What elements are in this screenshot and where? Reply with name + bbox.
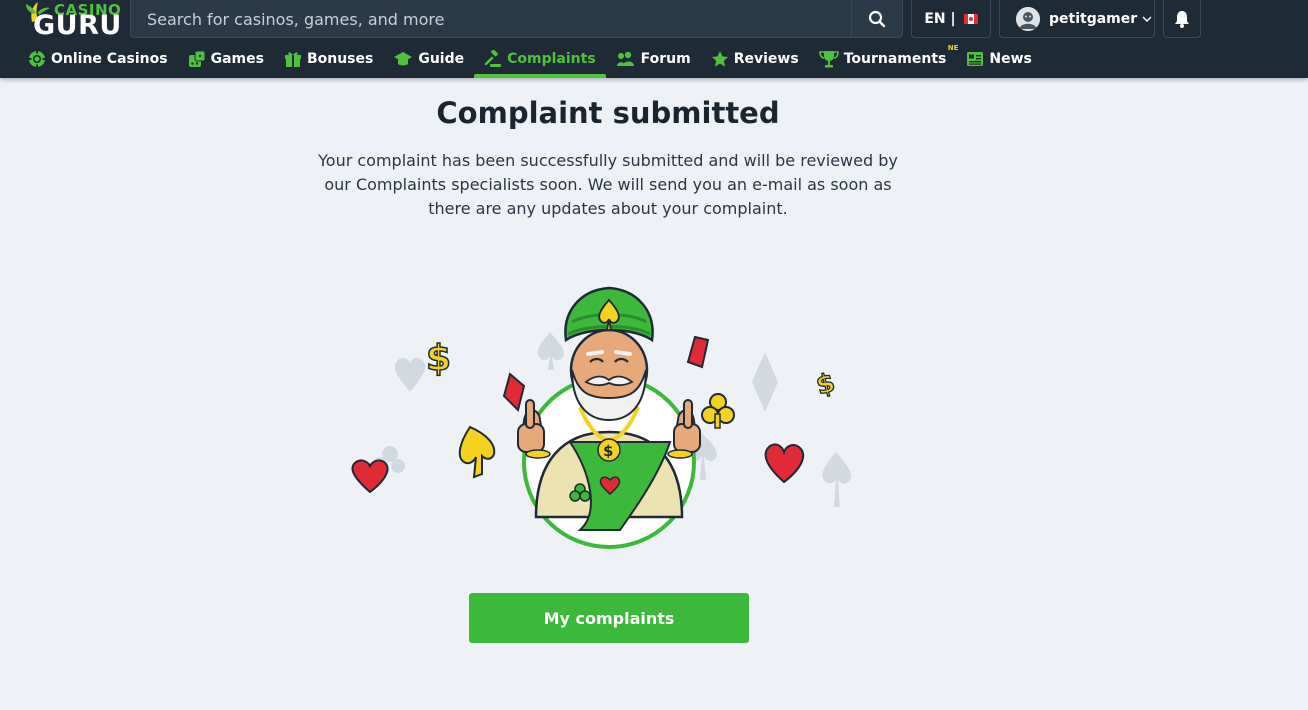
paw-icon [616, 51, 634, 66]
graduation-cap-icon [394, 52, 413, 66]
page-title: Complaint submitted [436, 96, 780, 130]
search-input[interactable] [147, 9, 837, 29]
language-selector[interactable]: EN | [911, 0, 991, 38]
gift-icon [284, 52, 301, 67]
nav-reviews-label: Reviews [733, 51, 799, 67]
dice-icon [188, 50, 206, 67]
username: petitgamer [1049, 10, 1138, 27]
nav-reviews[interactable]: Reviews [701, 40, 809, 78]
search-bar [130, 0, 903, 38]
nav-bonuses-label: Bonuses [306, 51, 374, 67]
nav-complaints-label: Complaints [507, 51, 596, 67]
gavel-icon [484, 50, 502, 67]
nav-forum-label: Forum [640, 51, 691, 67]
search-icon [868, 10, 886, 27]
svg-text:$: $ [603, 442, 613, 460]
logo-guru-text: GURU [33, 10, 122, 41]
nav-games-label: Games [210, 51, 264, 67]
nav-forum[interactable]: Forum [606, 40, 701, 78]
avatar-icon [1016, 6, 1040, 31]
nav-online-casinos-label: Online Casinos [51, 51, 168, 67]
nav-news-label: News [989, 51, 1032, 67]
bell-icon [1175, 10, 1189, 28]
nav-online-casinos[interactable]: Online Casinos [18, 40, 178, 78]
notifications-button[interactable] [1163, 0, 1201, 38]
star-icon [711, 51, 728, 67]
chevron-down-icon [1142, 16, 1152, 22]
svg-text:$: $ [426, 338, 451, 379]
svg-text:$: $ [813, 368, 838, 402]
nav-news[interactable]: News [956, 40, 1041, 78]
nav-tournaments[interactable]: Tournaments NE [809, 40, 958, 78]
casino-guru-logo[interactable]: CASINO GURU [24, 0, 121, 41]
top-header: CASINO GURU EN | petitgamer [0, 0, 1308, 78]
user-menu[interactable]: petitgamer [999, 0, 1155, 38]
nav-guide-label: Guide [418, 51, 465, 67]
nav-guide[interactable]: Guide [383, 40, 474, 78]
trophy-icon [818, 51, 839, 68]
search-button[interactable] [851, 0, 902, 37]
confirmation-message: Your complaint has been successfully sub… [318, 151, 898, 218]
nav-tournaments-label: Tournaments [843, 51, 947, 67]
canada-flag-icon [963, 13, 978, 24]
main-navigation: Online Casinos Games Bonuses Guide Compl… [18, 40, 1042, 78]
nav-games[interactable]: Games [178, 40, 274, 78]
nav-bonuses[interactable]: Bonuses [274, 40, 383, 78]
my-complaints-button[interactable]: My complaints [469, 593, 749, 643]
nav-complaints[interactable]: Complaints [474, 40, 606, 78]
language-code: EN | [924, 10, 956, 27]
chip-icon [28, 50, 46, 68]
newspaper-icon [967, 52, 984, 66]
guru-mascot-illustration: $ $ $ [351, 286, 852, 549]
